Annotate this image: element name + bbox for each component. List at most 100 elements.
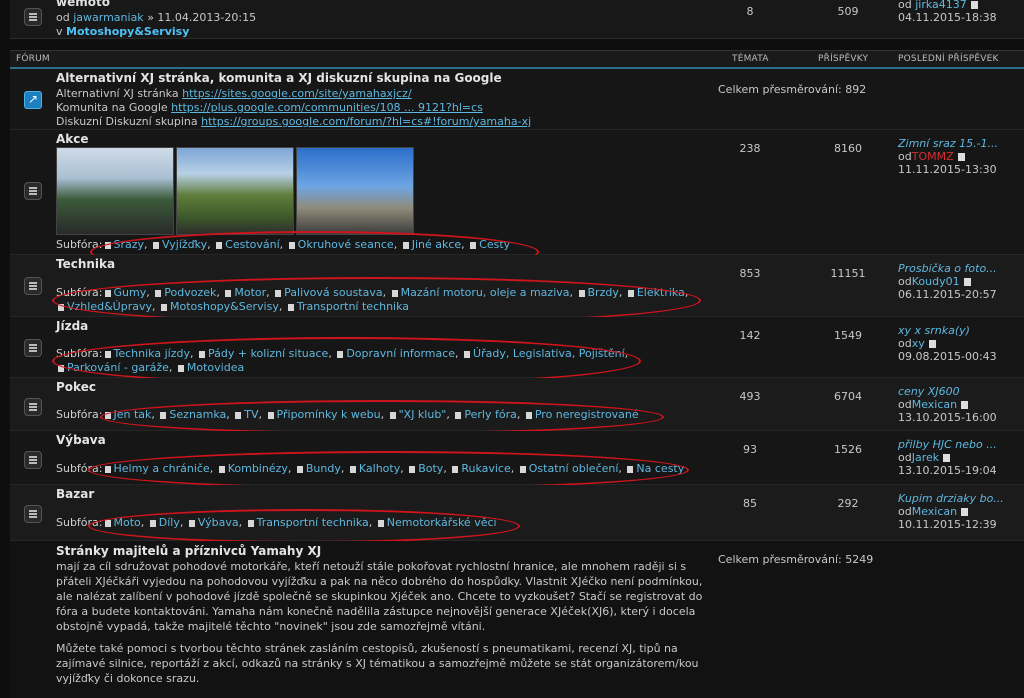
last-post-title-link[interactable]: xy x srnka(y): [898, 324, 997, 337]
subforum-link[interactable]: Výbava: [198, 516, 239, 529]
last-post-title-link[interactable]: přilby HJC nebo ...: [898, 438, 997, 451]
goto-post-icon[interactable]: [957, 153, 965, 161]
subforum-icon: [627, 466, 634, 473]
last-user-link[interactable]: Koudy01: [912, 275, 960, 288]
subforum-icon: [296, 466, 303, 473]
subforum-link[interactable]: Vzhled&Úpravy: [67, 300, 152, 313]
subforum-link[interactable]: Boty: [418, 462, 443, 475]
last-post: Kupim drziaky bo... odMexican 10.11.2015-1…: [898, 492, 1004, 531]
last-date: 13.10.2015-19:04: [898, 464, 997, 477]
last-post-title-link[interactable]: Zimní sraz 15.-1...: [898, 137, 998, 150]
last-user-link[interactable]: Mexican: [912, 398, 957, 411]
forum-title-link[interactable]: Alternativní XJ stránka, komunita a XJ d…: [56, 71, 502, 85]
subforum-link[interactable]: Transportní technika: [257, 516, 369, 529]
forum-title-link[interactable]: Pokec: [56, 380, 96, 394]
header-forum: FÓRUM: [16, 54, 50, 64]
subforum-link[interactable]: Srazy: [114, 238, 145, 251]
subforum-link[interactable]: Technika jízdy: [114, 347, 190, 360]
subforum-link[interactable]: Jen tak: [114, 408, 152, 421]
last-date: 10.11.2015-12:39: [898, 518, 997, 531]
subforum-link[interactable]: Úřady, Legislativa, Pojištění: [473, 347, 625, 360]
subforum-link[interactable]: Motovidea: [187, 361, 244, 374]
topics-count: 238: [739, 142, 761, 155]
topic-title-link[interactable]: wemoto: [56, 0, 110, 9]
forum-title-link[interactable]: Výbava: [56, 433, 106, 447]
subforum-link[interactable]: Podvozek: [164, 286, 216, 299]
subforum-link[interactable]: Helmy a chrániče: [114, 462, 210, 475]
goto-post-icon[interactable]: [963, 278, 971, 286]
subforum-link[interactable]: Na cesty: [636, 462, 684, 475]
subforum-line: Subfóra: Technika jízdy, Pády + kolizní s…: [56, 347, 629, 360]
header-last-post: POSLEDNÍ PŘÍSPĚVEK: [898, 54, 999, 64]
external-link[interactable]: https://groups.google.com/forum/?hl=cs#!…: [201, 115, 531, 128]
subforum-link[interactable]: Jiné akce: [412, 238, 461, 251]
subforum-link[interactable]: Brzdy: [588, 286, 619, 299]
subforum-link[interactable]: Vyjížďky: [162, 238, 207, 251]
forum-row-3: Pokec Subfóra: Jen tak, Seznamka, TV, Přip…: [10, 378, 1024, 434]
subforum-link[interactable]: Mazání motoru, oleje a maziva: [401, 286, 570, 299]
goto-post-icon[interactable]: [928, 340, 936, 348]
link-line-3: Diskuzní Diskuzní skupina https://groups…: [56, 115, 531, 128]
forum-title-link[interactable]: Stránky majitelů a příznivců Yamahy XJ: [56, 544, 321, 558]
forum-title-link[interactable]: Bazar: [56, 487, 94, 501]
external-link[interactable]: https://sites.google.com/site/yamahaxjcz…: [182, 87, 412, 100]
subforum-link[interactable]: Elektrika: [637, 286, 685, 299]
forum-title-link[interactable]: Akce: [56, 132, 89, 146]
forum-row-0: Akce Subfóra: Srazy, Vyjížďky, Cestování, …: [10, 130, 1024, 273]
subforum-link[interactable]: Perly fóra: [464, 408, 516, 421]
subforum-link[interactable]: Seznamka: [169, 408, 226, 421]
subforum-link[interactable]: Díly: [159, 516, 180, 529]
forum-link-motoshopy[interactable]: Motoshopy&Servisy: [66, 25, 189, 38]
goto-post-icon[interactable]: [970, 1, 978, 9]
last-user-link[interactable]: TOMMZ: [912, 150, 954, 163]
last-user-link[interactable]: xy: [912, 337, 925, 350]
subforum-link[interactable]: Gumy: [114, 286, 147, 299]
last-post-title-link[interactable]: ceny XJ600: [898, 385, 997, 398]
by-prefix: od: [898, 505, 912, 518]
subforum-link[interactable]: Motoshopy&Servisy: [170, 300, 279, 313]
subforum-link[interactable]: TV: [244, 408, 258, 421]
subforum-link[interactable]: Transportní technika: [297, 300, 409, 313]
subforum-link[interactable]: Parkování - garáže: [67, 361, 169, 374]
subforum-link[interactable]: "XJ klub": [399, 408, 447, 421]
subforum-link[interactable]: Palivová soustava: [284, 286, 382, 299]
last-user-link[interactable]: jirka4137: [915, 0, 967, 11]
forum-description: mají za cíl sdružovat pohodové motorkáře…: [56, 560, 703, 633]
forum-title-link[interactable]: Technika: [56, 257, 115, 271]
subforum-link[interactable]: Cestování: [225, 238, 280, 251]
subforum-link[interactable]: Rukavice: [461, 462, 510, 475]
forum-row-1: Technika Subfóra: Gumy, Podvozek, Motor, P…: [10, 255, 1024, 324]
event-photo-thumbnail[interactable]: [56, 147, 174, 235]
last-post-title-link[interactable]: Prosbička o foto...: [898, 262, 997, 275]
last-post-title-link[interactable]: Kupim drziaky bo...: [898, 492, 1004, 505]
redirect-count: Celkem přesměrování: 892: [718, 83, 867, 96]
subforum-link[interactable]: Bundy: [306, 462, 341, 475]
goto-post-icon[interactable]: [961, 401, 969, 409]
subforum-link[interactable]: Dopravní informace: [346, 347, 455, 360]
subforum-link[interactable]: Cesty: [479, 238, 510, 251]
external-link[interactable]: https://plus.google.com/communities/108 …: [171, 101, 483, 114]
goto-post-icon[interactable]: [961, 508, 969, 516]
event-photo-thumbnail[interactable]: [296, 147, 414, 235]
event-photo-thumbnail[interactable]: [176, 147, 294, 235]
subforum-icon: [389, 412, 396, 419]
subforum-link[interactable]: Okruhové seance: [298, 238, 394, 251]
last-user-link[interactable]: Jarek: [912, 451, 939, 464]
subforum-link[interactable]: Moto: [114, 516, 141, 529]
last-user-link[interactable]: Mexican: [912, 505, 957, 518]
subforum-link[interactable]: Pády + kolizní situace: [208, 347, 328, 360]
forum-title-link[interactable]: Jízda: [56, 319, 88, 333]
posts-count: 11151: [830, 267, 866, 280]
subforum-link[interactable]: Nemotorkářské věci: [387, 516, 497, 529]
topic-row-wemoto: wemoto od jawarmaniak » 11.04.2013-20:15…: [10, 0, 1024, 39]
subforum-link[interactable]: Kombinézy: [228, 462, 288, 475]
subforum-link[interactable]: Připomínky k webu: [277, 408, 381, 421]
goto-post-icon[interactable]: [943, 454, 951, 462]
by-prefix: od: [898, 337, 912, 350]
subforum-link[interactable]: Motor: [234, 286, 266, 299]
subforum-link[interactable]: Ostatní oblečení: [529, 462, 619, 475]
subforum-icon: [188, 520, 195, 527]
subforum-link[interactable]: Pro neregistrované: [535, 408, 639, 421]
subforum-link[interactable]: Kalhoty: [359, 462, 400, 475]
author-link[interactable]: jawarmaniak: [73, 11, 143, 24]
